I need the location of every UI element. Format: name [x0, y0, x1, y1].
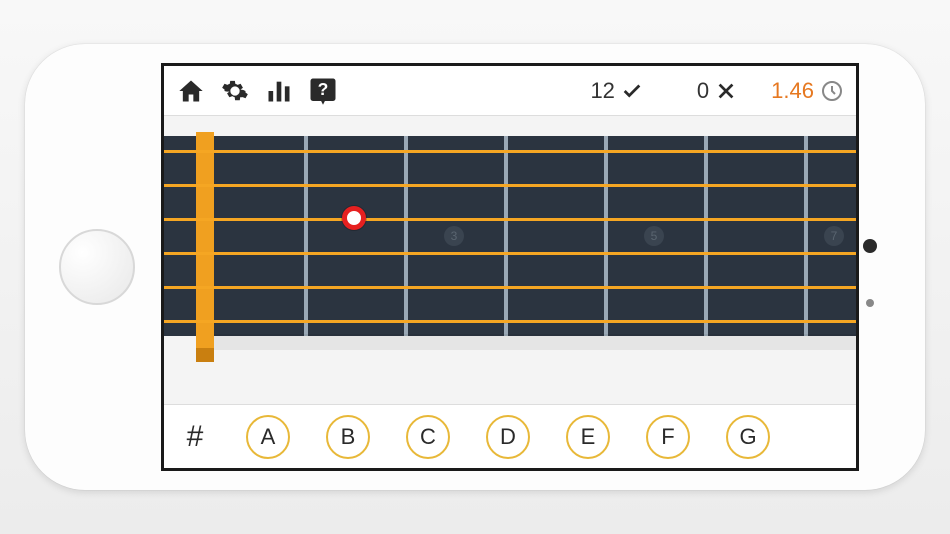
string[interactable] [164, 286, 856, 289]
string[interactable] [164, 252, 856, 255]
note-button-g[interactable]: G [726, 415, 770, 459]
correct-counter: 12 [590, 78, 642, 104]
phone-home-button [59, 229, 135, 305]
gear-icon[interactable] [220, 76, 250, 106]
fret-line [804, 136, 808, 336]
correct-count: 12 [590, 78, 614, 104]
note-selector: # A B C D E F G [164, 404, 856, 468]
wrong-count: 0 [697, 78, 709, 104]
help-icon[interactable]: ? [308, 76, 338, 106]
sharp-toggle[interactable]: # [180, 420, 210, 454]
string[interactable] [164, 320, 856, 323]
fret-line [704, 136, 708, 336]
fretboard[interactable]: 3 5 7 [164, 136, 856, 336]
note-button-a[interactable]: A [246, 415, 290, 459]
phone-sensor [866, 299, 874, 307]
timer: 1.46 [771, 78, 844, 104]
svg-text:?: ? [318, 78, 329, 98]
phone-frame: ? 12 0 1.46 [25, 44, 925, 490]
string[interactable] [164, 218, 856, 221]
fretboard-area: 3 5 7 [164, 116, 856, 404]
cross-icon [715, 80, 737, 102]
app-screen: ? 12 0 1.46 [161, 63, 859, 471]
fretboard-shadow [214, 334, 856, 350]
fret-line [304, 136, 308, 336]
wrong-counter: 0 [697, 78, 737, 104]
fret-line [604, 136, 608, 336]
note-button-d[interactable]: D [486, 415, 530, 459]
note-button-e[interactable]: E [566, 415, 610, 459]
fret-line [404, 136, 408, 336]
note-button-b[interactable]: B [326, 415, 370, 459]
fret-marker: 7 [824, 226, 844, 246]
fret-marker: 5 [644, 226, 664, 246]
string[interactable] [164, 150, 856, 153]
timer-value: 1.46 [771, 78, 814, 104]
fret-marker: 3 [444, 226, 464, 246]
clock-icon [820, 79, 844, 103]
stats-icon[interactable] [264, 76, 294, 106]
fret-line [504, 136, 508, 336]
check-icon [621, 80, 643, 102]
note-button-f[interactable]: F [646, 415, 690, 459]
home-icon[interactable] [176, 76, 206, 106]
string[interactable] [164, 184, 856, 187]
note-button-c[interactable]: C [406, 415, 450, 459]
topbar: ? 12 0 1.46 [164, 66, 856, 116]
phone-camera [863, 239, 877, 253]
target-note-marker [342, 206, 366, 230]
